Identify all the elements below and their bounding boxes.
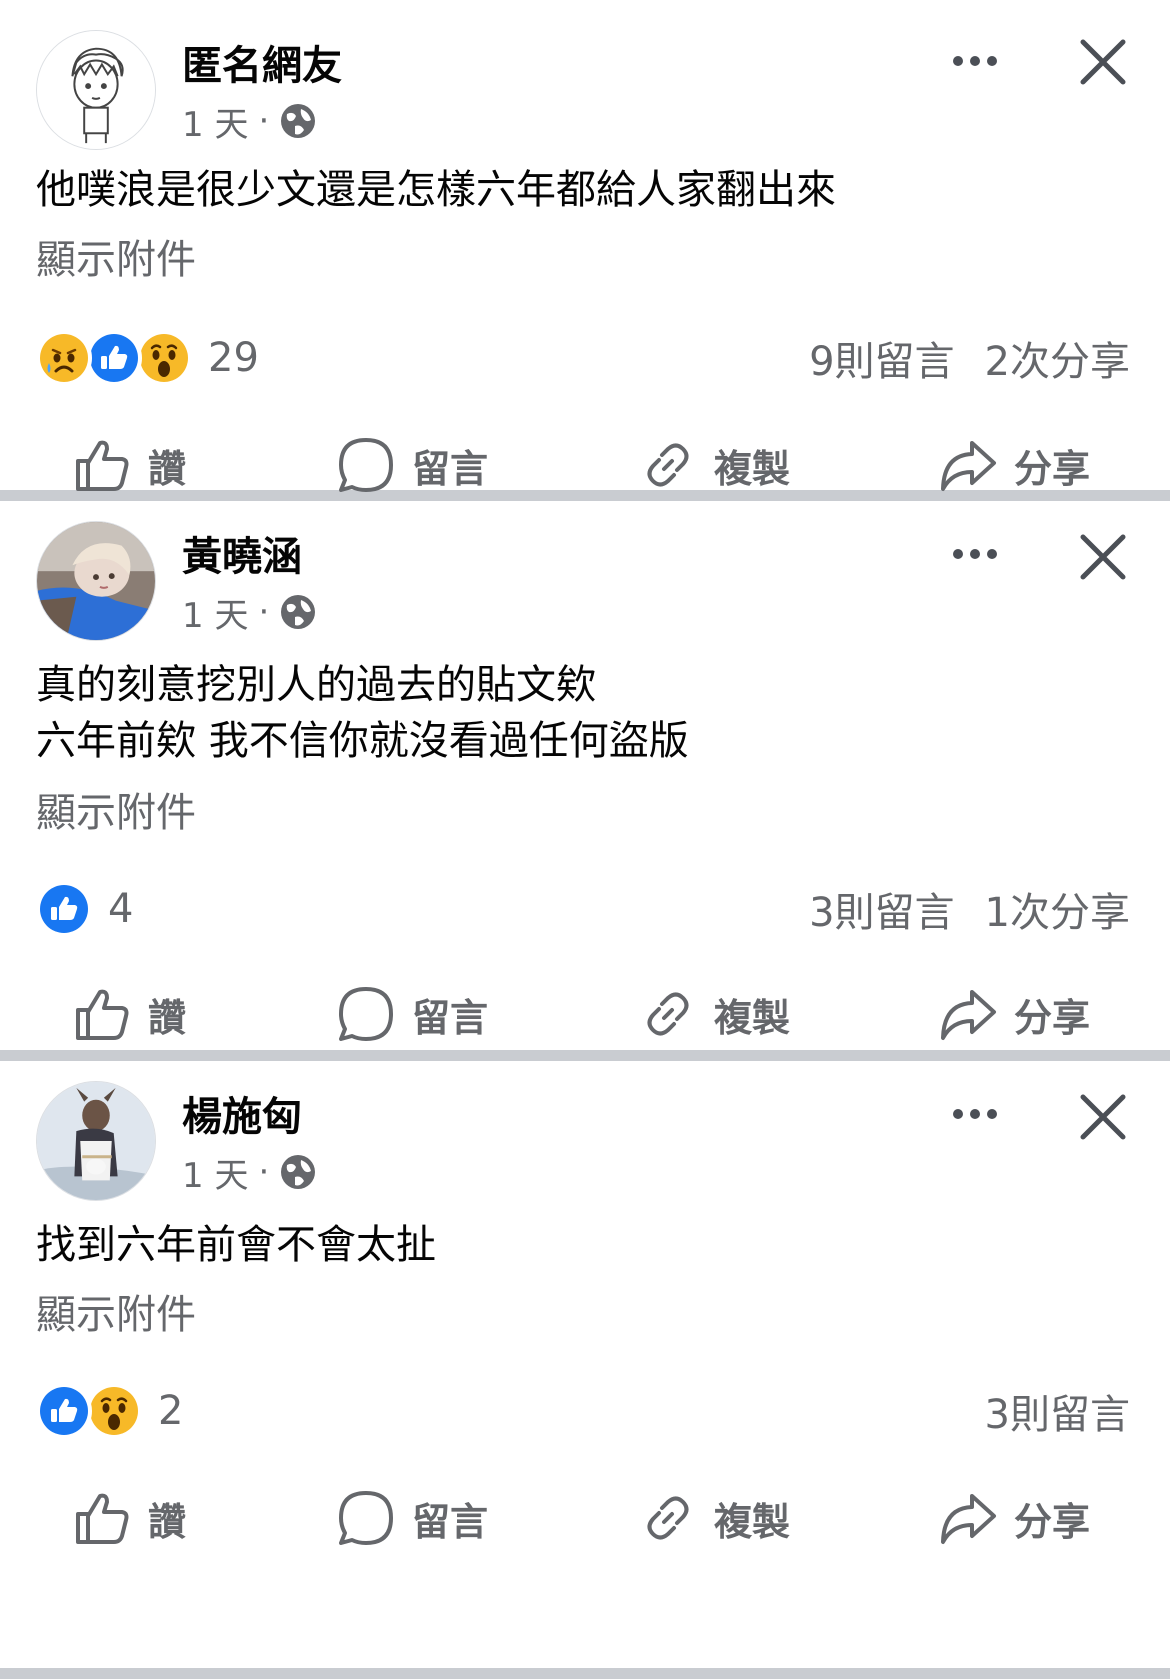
copy-label: 複製: [714, 446, 791, 491]
post-stats: 9則留言 2次分享: [809, 330, 1130, 386]
comment-count[interactable]: 9則留言: [809, 329, 954, 387]
post-time[interactable]: 1 天: [182, 1148, 248, 1197]
close-icon[interactable]: [1075, 1089, 1131, 1145]
comment-label: 留言: [412, 446, 489, 491]
action-bar: 讚 留言 複製 分享: [0, 1483, 1170, 1553]
comment-button[interactable]: 留言: [336, 1483, 488, 1553]
post-text-line: 六年前欸 我不信你就沒看過任何盜版: [36, 718, 689, 764]
comment-count[interactable]: 3則留言: [985, 1382, 1130, 1440]
post-time[interactable]: 1 天: [182, 97, 248, 146]
show-attachment-link[interactable]: 顯示附件: [36, 232, 196, 288]
like-label: 讚: [148, 446, 187, 491]
like-button[interactable]: 讚: [72, 979, 186, 1049]
like-reaction-icon: [36, 881, 92, 937]
post-separator: [0, 1668, 1170, 1679]
more-options-icon[interactable]: [940, 531, 1010, 577]
post-text-line: 找到六年前會不會太扯: [36, 1222, 436, 1268]
post-stats: 3則留言: [985, 1383, 1130, 1439]
thumbs-up-icon: [76, 989, 129, 1040]
share-arrow-icon: [941, 441, 996, 491]
meta-dot: ·: [258, 1152, 270, 1192]
copy-label: 複製: [714, 1499, 791, 1544]
like-button[interactable]: 讚: [72, 430, 186, 500]
reactions-summary[interactable]: 4: [36, 881, 133, 937]
comment-bubble-icon: [339, 1491, 393, 1545]
show-attachment-link[interactable]: 顯示附件: [36, 1287, 196, 1343]
more-options-icon[interactable]: [940, 38, 1010, 84]
thumbs-up-icon: [76, 440, 129, 491]
copy-button[interactable]: 複製: [638, 430, 790, 500]
share-button[interactable]: 分享: [938, 979, 1090, 1049]
like-label: 讚: [148, 995, 187, 1040]
wow-reaction-icon: [136, 330, 192, 386]
sad-reaction-icon: [36, 330, 92, 386]
like-reaction-icon: [36, 1383, 92, 1439]
author-name[interactable]: 黃曉涵: [182, 531, 302, 583]
reactions-summary[interactable]: 29: [36, 330, 259, 386]
author-name[interactable]: 匿名網友: [182, 40, 342, 92]
share-count[interactable]: 1次分享: [985, 880, 1130, 938]
reaction-count: 2: [158, 1388, 184, 1434]
copy-label: 複製: [714, 995, 791, 1040]
show-attachment-link[interactable]: 顯示附件: [36, 785, 196, 841]
copy-button[interactable]: 複製: [638, 1483, 790, 1553]
share-button[interactable]: 分享: [938, 430, 1090, 500]
comment-label: 留言: [412, 1499, 489, 1544]
comment-bubble-icon: [339, 438, 393, 492]
copy-button[interactable]: 複製: [638, 979, 790, 1049]
globe-icon: [281, 104, 316, 138]
avatar[interactable]: [36, 1081, 156, 1201]
meta-dot: ·: [258, 101, 270, 141]
share-button[interactable]: 分享: [938, 1483, 1090, 1553]
comment-button[interactable]: 留言: [336, 430, 488, 500]
meta-dot: ·: [258, 592, 270, 632]
share-label: 分享: [1014, 995, 1091, 1040]
globe-icon: [281, 1155, 316, 1189]
action-bar: 讚 留言 複製 分享: [0, 979, 1170, 1049]
close-icon[interactable]: [1075, 529, 1131, 585]
post-stats: 3則留言 1次分享: [809, 881, 1130, 937]
post: 匿名網友 1 天 · 他噗浪是很少文還是怎樣六年都給人家翻出來 顯示附件 29 …: [0, 0, 1170, 492]
like-button[interactable]: 讚: [72, 1483, 186, 1553]
thumbs-up-icon: [76, 1493, 129, 1544]
share-label: 分享: [1014, 1499, 1091, 1544]
link-icon: [647, 443, 689, 487]
post-meta: 1 天 ·: [182, 97, 317, 146]
link-icon: [647, 992, 689, 1036]
author-name[interactable]: 楊施匈: [182, 1091, 302, 1143]
like-reaction-icon: [86, 330, 142, 386]
avatar[interactable]: [36, 30, 156, 150]
action-bar: 讚 留言 複製 分享: [0, 430, 1170, 500]
comment-button[interactable]: 留言: [336, 979, 488, 1049]
post: 楊施匈 1 天 · 找到六年前會不會太扯 顯示附件 2 3則留言 讚 留言 複製…: [0, 1061, 1170, 1668]
comment-label: 留言: [412, 995, 489, 1040]
reaction-count: 29: [208, 335, 259, 381]
post-text-line: 真的刻意挖別人的過去的貼文欸: [36, 662, 596, 708]
link-icon: [647, 1496, 689, 1540]
more-options-icon[interactable]: [940, 1091, 1010, 1137]
like-label: 讚: [148, 1499, 187, 1544]
post-text-line: 他噗浪是很少文還是怎樣六年都給人家翻出來: [36, 167, 836, 213]
post-separator: [0, 1050, 1170, 1061]
share-arrow-icon: [941, 990, 996, 1040]
share-label: 分享: [1014, 446, 1091, 491]
post: 黃曉涵 1 天 · 真的刻意挖別人的過去的貼文欸 六年前欸 我不信你就沒看過任何…: [0, 501, 1170, 1050]
wow-reaction-icon: [86, 1383, 142, 1439]
post-text: 真的刻意挖別人的過去的貼文欸 六年前欸 我不信你就沒看過任何盜版: [36, 657, 689, 769]
avatar[interactable]: [36, 521, 156, 641]
post-meta: 1 天 ·: [182, 588, 317, 637]
comment-count[interactable]: 3則留言: [809, 880, 954, 938]
reaction-count: 4: [108, 886, 134, 932]
post-text: 他噗浪是很少文還是怎樣六年都給人家翻出來: [36, 162, 836, 218]
reactions-summary[interactable]: 2: [36, 1383, 183, 1439]
post-text: 找到六年前會不會太扯: [36, 1217, 436, 1273]
post-meta: 1 天 ·: [182, 1148, 317, 1197]
globe-icon: [281, 595, 316, 629]
close-icon[interactable]: [1075, 34, 1131, 90]
post-time[interactable]: 1 天: [182, 588, 248, 637]
comment-bubble-icon: [339, 987, 393, 1041]
share-arrow-icon: [941, 1494, 996, 1544]
share-count[interactable]: 2次分享: [985, 329, 1130, 387]
